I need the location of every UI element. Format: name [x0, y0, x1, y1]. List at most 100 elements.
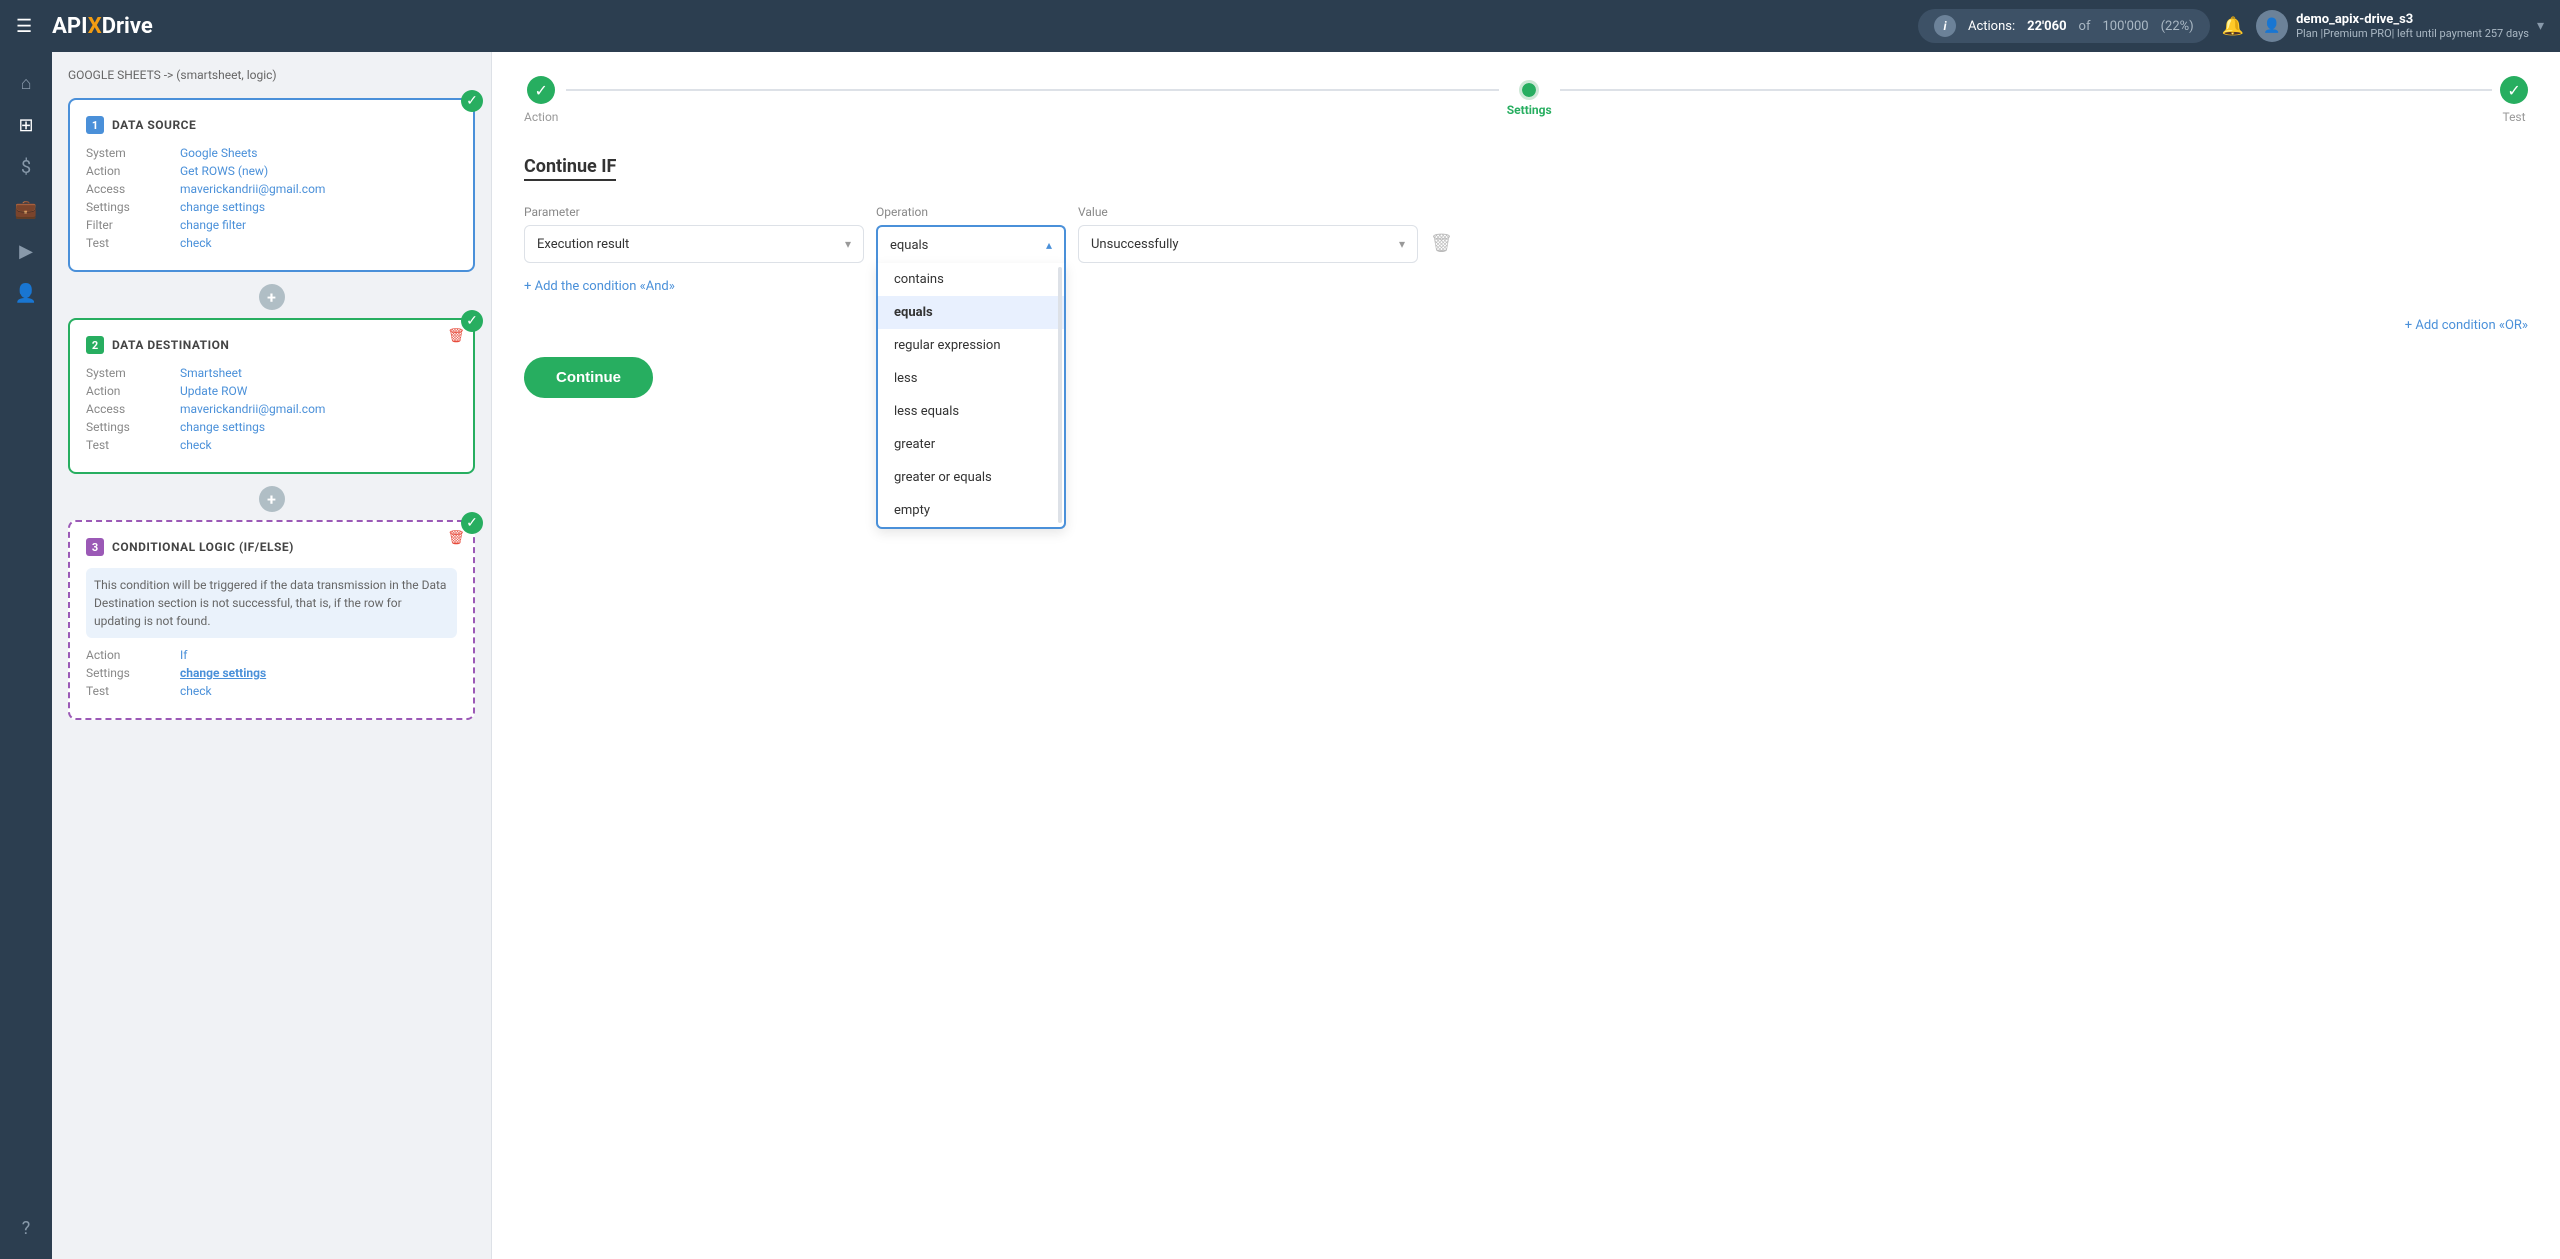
operation-dropdown[interactable]: equals ▴	[876, 225, 1066, 263]
sidebar-item-media[interactable]: ▶	[8, 233, 44, 269]
info-icon: i	[1934, 15, 1956, 37]
card3-settings-value[interactable]: change settings	[180, 666, 457, 680]
card2-delete-icon[interactable]: 🗑	[447, 328, 465, 344]
parameter-value: Execution result	[537, 237, 629, 252]
step-action-circle: ✓	[527, 76, 555, 104]
actions-total: 100'000	[2102, 19, 2148, 34]
step-line-1	[566, 89, 1498, 91]
card3-title: CONDITIONAL LOGIC (IF/ELSE)	[112, 540, 294, 554]
step-settings-circle	[1522, 83, 1536, 97]
card3-description: This condition will be triggered if the …	[86, 568, 457, 638]
parameter-label: Parameter	[524, 205, 864, 219]
value-selected: Unsuccessfully	[1091, 237, 1179, 252]
breadcrumb: GOOGLE SHEETS -> (smartsheet, logic)	[68, 68, 475, 82]
card2-test-value[interactable]: check	[180, 438, 457, 452]
sidebar-item-tasks[interactable]: 💼	[8, 191, 44, 227]
op-option-regex[interactable]: regular expression	[878, 329, 1064, 362]
step-action-label: Action	[524, 110, 558, 124]
card2-settings-label: Settings	[86, 420, 176, 434]
op-option-less[interactable]: less	[878, 362, 1064, 395]
page-title: Continue IF	[524, 156, 616, 181]
op-option-empty[interactable]: empty	[878, 494, 1064, 527]
sidebar-item-billing[interactable]: $	[8, 149, 44, 185]
user-chevron-icon: ▾	[2537, 18, 2544, 34]
card1-access-value[interactable]: maverickandrii@gmail.com	[180, 182, 457, 196]
add-connector-2[interactable]: +	[259, 486, 285, 512]
sidebar-item-help[interactable]: ?	[8, 1210, 44, 1246]
card2-action-label: Action	[86, 384, 176, 398]
condition-delete-icon[interactable]: 🗑	[1430, 233, 1453, 254]
card1-settings-value[interactable]: change settings	[180, 200, 457, 214]
parameter-dropdown[interactable]: Execution result ▾	[524, 225, 864, 263]
actions-counter: i Actions: 22'060 of 100'000 (22%)	[1918, 9, 2210, 43]
card1-filter-value[interactable]: change filter	[180, 218, 457, 232]
conditional-logic-card: ✓ 🗑 3 CONDITIONAL LOGIC (IF/ELSE) This c…	[68, 520, 475, 720]
card3-test-value[interactable]: check	[180, 684, 457, 698]
card1-filter-label: Filter	[86, 218, 176, 232]
card3-action-value[interactable]: If	[180, 648, 457, 662]
add-and-button[interactable]: + Add the condition «And»	[524, 279, 2528, 294]
logo: APIXDrive	[52, 14, 153, 39]
continue-button[interactable]: Continue	[524, 357, 653, 398]
dropdown-scrollbar	[1058, 267, 1062, 523]
card3-test-label: Test	[86, 684, 176, 698]
sidebar-item-diagram[interactable]: ⊞	[8, 107, 44, 143]
operation-chevron-icon: ▴	[1046, 238, 1052, 252]
card1-system-label: System	[86, 146, 176, 160]
op-option-contains[interactable]: contains	[878, 263, 1064, 296]
card1-access-label: Access	[86, 182, 176, 196]
user-menu[interactable]: 👤 demo_apix-drive_s3 Plan |Premium PRO| …	[2256, 10, 2544, 42]
step-action: ✓ Action	[524, 76, 558, 124]
notification-bell-icon[interactable]: 🔔	[2222, 16, 2244, 37]
value-label: Value	[1078, 205, 1418, 219]
sidebar-item-home[interactable]: ⌂	[8, 65, 44, 101]
sidebar-item-profile[interactable]: 👤	[8, 275, 44, 311]
sidebar: ⌂ ⊞ $ 💼 ▶ 👤 ?	[0, 52, 52, 1259]
card1-title: DATA SOURCE	[112, 118, 196, 132]
op-option-greater-equals[interactable]: greater or equals	[878, 461, 1064, 494]
actions-count: 22'060	[2027, 19, 2066, 34]
user-plan: Plan |Premium PRO| left until payment 25…	[2296, 27, 2529, 40]
actions-of: of	[2079, 19, 2091, 34]
card2-system-value[interactable]: Smartsheet	[180, 366, 457, 380]
add-connector-1[interactable]: +	[259, 284, 285, 310]
card1-system-value[interactable]: Google Sheets	[180, 146, 457, 160]
card1-settings-label: Settings	[86, 200, 176, 214]
card3-action-label: Action	[86, 648, 176, 662]
card3-delete-icon[interactable]: 🗑	[447, 530, 465, 546]
user-info: demo_apix-drive_s3 Plan |Premium PRO| le…	[2296, 12, 2529, 40]
step-settings: Settings	[1507, 83, 1552, 117]
card1-action-value[interactable]: Get ROWS (new)	[180, 164, 457, 178]
operation-column: Operation equals ▴ contains equals regul…	[876, 205, 1066, 263]
card2-num: 2	[86, 336, 104, 354]
hamburger-icon[interactable]: ☰	[16, 16, 32, 37]
card1-test-label: Test	[86, 236, 176, 250]
card2-access-label: Access	[86, 402, 176, 416]
step-settings-label: Settings	[1507, 103, 1552, 117]
card2-access-value[interactable]: maverickandrii@gmail.com	[180, 402, 457, 416]
add-or-button[interactable]: + Add condition «OR»	[524, 318, 2528, 333]
operation-label: Operation	[876, 205, 1066, 219]
step-test: ✓ Test	[2500, 76, 2528, 124]
left-panel: GOOGLE SHEETS -> (smartsheet, logic) ✓ 1…	[52, 52, 492, 1259]
card1-badge: ✓	[461, 90, 483, 112]
card2-action-value[interactable]: Update ROW	[180, 384, 457, 398]
condition-row: Parameter Execution result ▾ Operation e…	[524, 205, 2528, 263]
op-option-greater[interactable]: greater	[878, 428, 1064, 461]
step-line-2	[1560, 89, 2492, 91]
op-option-less-equals[interactable]: less equals	[878, 395, 1064, 428]
operation-dropdown-menu: contains equals regular expression less …	[876, 263, 1066, 529]
card2-title: DATA DESTINATION	[112, 338, 229, 352]
actions-pct: (22%)	[2161, 19, 2194, 34]
step-test-circle: ✓	[2500, 76, 2528, 104]
op-option-equals[interactable]: equals	[878, 296, 1064, 329]
operation-value: equals	[890, 238, 928, 253]
card1-test-value[interactable]: check	[180, 236, 457, 250]
value-column: Value Unsuccessfully ▾	[1078, 205, 1418, 263]
value-dropdown[interactable]: Unsuccessfully ▾	[1078, 225, 1418, 263]
card2-settings-value[interactable]: change settings	[180, 420, 457, 434]
parameter-chevron-icon: ▾	[845, 237, 851, 251]
card1-num: 1	[86, 116, 104, 134]
logo-x: X	[88, 14, 102, 39]
data-source-card: ✓ 1 DATA SOURCE System Google Sheets Act…	[68, 98, 475, 272]
